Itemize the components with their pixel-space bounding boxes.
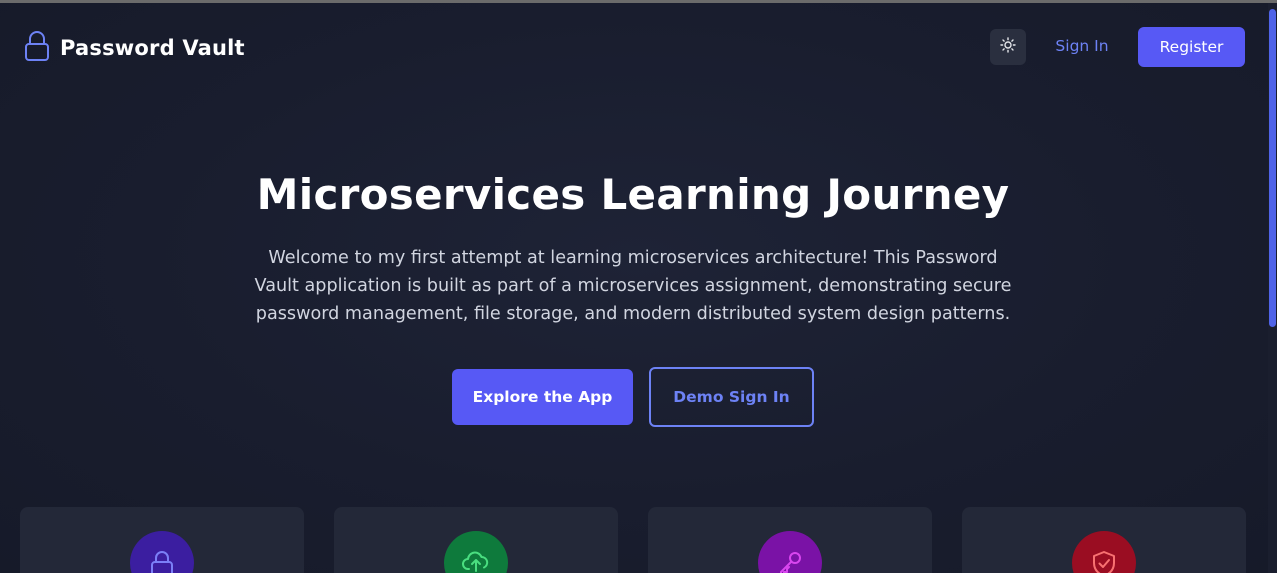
brand-title: Password Vault (60, 36, 245, 60)
feature-card-passwords[interactable] (20, 507, 304, 573)
hero-description: Welcome to my first attempt at learning … (254, 248, 1012, 324)
scrollbar[interactable] (1268, 3, 1277, 573)
sign-in-link[interactable]: Sign In (1046, 37, 1118, 55)
register-button[interactable]: Register (1138, 27, 1245, 67)
cloud-upload-icon (461, 531, 491, 573)
explore-app-button[interactable]: Explore the App (452, 369, 633, 425)
scrollbar-thumb[interactable] (1269, 9, 1276, 327)
lock-icon (24, 30, 50, 66)
feature-icon-circle (1072, 531, 1136, 573)
key-icon (776, 531, 804, 573)
brand[interactable]: Password Vault (24, 30, 245, 66)
window-top-border (0, 0, 1277, 3)
theme-toggle-button[interactable] (990, 29, 1026, 65)
sun-icon (1000, 37, 1016, 57)
feature-icon-circle (130, 531, 194, 573)
feature-card-files[interactable] (334, 507, 618, 573)
feature-icon-circle (758, 531, 822, 573)
hero-title: Microservices Learning Journey (256, 170, 1010, 219)
feature-card-security[interactable] (962, 507, 1246, 573)
shield-check-icon (1090, 531, 1118, 573)
lock-icon (149, 531, 175, 573)
page: Password Vault Sign In Register Microser… (0, 0, 1277, 573)
demo-sign-in-button[interactable]: Demo Sign In (649, 367, 814, 427)
feature-icon-circle (444, 531, 508, 573)
feature-card-keys[interactable] (648, 507, 932, 573)
